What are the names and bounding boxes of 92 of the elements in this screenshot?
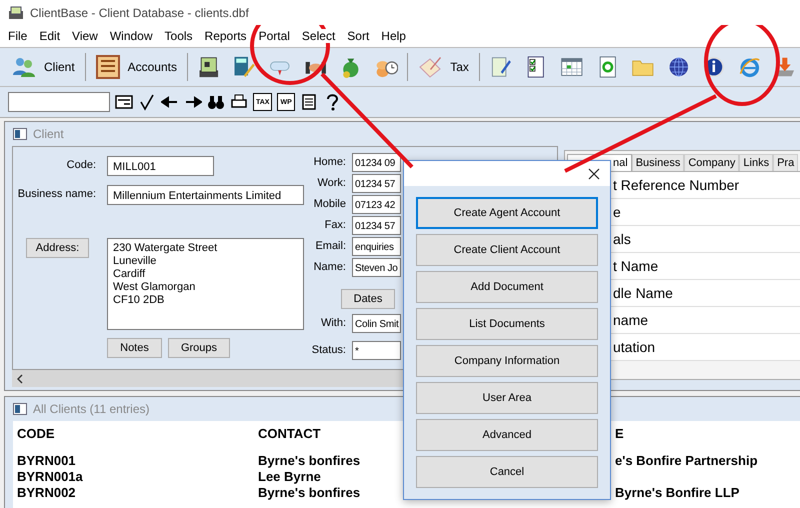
menu-item[interactable]: Tools xyxy=(164,29,194,43)
contact-field[interactable]: 01234 57 xyxy=(352,216,401,234)
calculator-icon[interactable] xyxy=(232,54,256,80)
table-cell-text: e's Bonfire Partnership xyxy=(614,453,758,469)
address-line: West Glamorgan xyxy=(113,281,196,294)
search-field[interactable] xyxy=(8,92,110,112)
portal-option-button[interactable]: Create Agent Account xyxy=(416,197,598,229)
portal-option-button[interactable]: Cancel xyxy=(416,456,598,488)
portal-option-button[interactable]: Create Client Account xyxy=(416,234,598,266)
tab[interactable]: Links xyxy=(739,154,774,171)
field-name: dle Name xyxy=(613,285,673,301)
groups-button[interactable]: Groups xyxy=(168,338,230,358)
contact-field[interactable]: 01234 57 xyxy=(352,174,401,192)
chevron-left-icon[interactable] xyxy=(16,374,24,384)
column-header[interactable]: CONTACT xyxy=(258,426,403,440)
client-button[interactable]: Client xyxy=(8,55,79,79)
table-cell-text: BYRN001a xyxy=(16,469,84,485)
menu-item[interactable]: File xyxy=(7,29,28,43)
business-name-field[interactable]: Millennium Entertainments Limited xyxy=(107,185,304,205)
list-icon[interactable] xyxy=(300,93,318,111)
tab[interactable]: Pra xyxy=(773,154,798,171)
address-button[interactable]: Address: xyxy=(26,238,89,258)
people-icon xyxy=(12,55,36,79)
field-label: Code: xyxy=(66,158,96,171)
notes-button[interactable]: Notes xyxy=(107,338,162,358)
accounts-button[interactable]: Accounts xyxy=(92,55,181,79)
column-header[interactable]: E xyxy=(612,426,624,440)
field-label: Name: xyxy=(312,261,346,273)
field-name: als xyxy=(613,231,631,247)
field-label: Fax: xyxy=(324,219,346,231)
tab[interactable]: Company xyxy=(684,154,740,171)
field-label: Status: xyxy=(311,344,346,356)
contact-field[interactable]: 01234 09 xyxy=(352,152,401,172)
close-icon[interactable] xyxy=(588,168,600,180)
address-line: CF10 2DB xyxy=(113,294,166,307)
table-cell-text: Byrne's bonfires xyxy=(258,485,362,501)
address-field[interactable]: 230 Watergate Street Luneville Cardiff West Glamorgan CF10 2DB xyxy=(107,238,304,330)
field-name: utation xyxy=(613,339,656,355)
table-cell-text: Byrne's Bonfire LLP xyxy=(614,485,740,501)
field-label: Email: xyxy=(314,240,346,252)
portal-option-button[interactable]: List Documents xyxy=(416,308,598,340)
card-icon[interactable] xyxy=(115,93,133,111)
field-label: Mobile xyxy=(312,198,346,210)
menu-item[interactable]: Select xyxy=(300,29,336,43)
dates-button[interactable]: Dates xyxy=(341,289,395,309)
portal-option-button[interactable]: Add Document xyxy=(416,271,598,303)
ledger-icon xyxy=(96,55,120,79)
table-cell-text: Lee Byrne xyxy=(258,469,322,485)
code-field[interactable]: MILL001 xyxy=(107,156,214,176)
menu-item[interactable]: Portal xyxy=(258,29,291,43)
address-line: Cardiff xyxy=(113,268,146,281)
table-cell-text: Byrne's bonfires xyxy=(258,453,362,469)
window-title: ClientBase - Client Database - clients.dbf xyxy=(30,6,249,20)
table-cell-text: BYRN001 xyxy=(16,453,77,469)
address-line: Luneville xyxy=(113,255,158,268)
menu-item[interactable]: Window xyxy=(108,29,154,43)
field-name: name xyxy=(613,312,648,328)
tax-button[interactable]: Tax xyxy=(414,55,473,79)
status-field[interactable]: * xyxy=(352,340,401,360)
field-name: t Reference Number xyxy=(613,177,740,193)
check-icon[interactable] xyxy=(138,93,156,111)
address-line: 230 Watergate Street xyxy=(113,242,218,255)
field-name: t Name xyxy=(613,258,658,274)
menu-item[interactable]: Help xyxy=(380,29,407,43)
horizontal-scrollbar[interactable] xyxy=(12,370,406,387)
field-label: With: xyxy=(320,317,346,329)
printer-icon[interactable] xyxy=(230,93,248,111)
pen-paper-icon xyxy=(418,55,442,79)
menu-item[interactable]: Sort xyxy=(346,29,370,43)
window-title: Client xyxy=(33,127,64,141)
binoculars-icon[interactable] xyxy=(207,93,225,111)
table-cell-text: BYRN002 xyxy=(16,485,77,501)
menu-item[interactable]: Edit xyxy=(38,29,62,43)
window-icon xyxy=(13,127,27,141)
portal-option-button[interactable]: User Area xyxy=(416,382,598,414)
app-icon xyxy=(8,4,24,20)
field-name: e xyxy=(613,204,621,220)
field-label: Home: xyxy=(312,156,346,168)
field-label: Work: xyxy=(316,177,346,189)
window-icon xyxy=(13,402,27,416)
portal-option-button[interactable]: Advanced xyxy=(416,419,598,451)
contact-field[interactable]: 07123 42 xyxy=(352,194,401,214)
contact-field[interactable]: Steven Jo xyxy=(352,258,401,276)
menu-item[interactable]: View xyxy=(71,29,99,43)
window-title: All Clients (11 entries) xyxy=(33,402,150,416)
with-field[interactable]: Colin Smit xyxy=(352,314,401,332)
contact-field[interactable]: enquiries xyxy=(352,236,401,256)
portal-option-button[interactable]: Company Information xyxy=(416,345,598,377)
tab[interactable]: Business xyxy=(632,154,684,171)
field-label: Business name: xyxy=(16,187,96,200)
menu-item[interactable]: Reports xyxy=(204,29,248,43)
column-header[interactable]: CODE xyxy=(13,426,258,440)
